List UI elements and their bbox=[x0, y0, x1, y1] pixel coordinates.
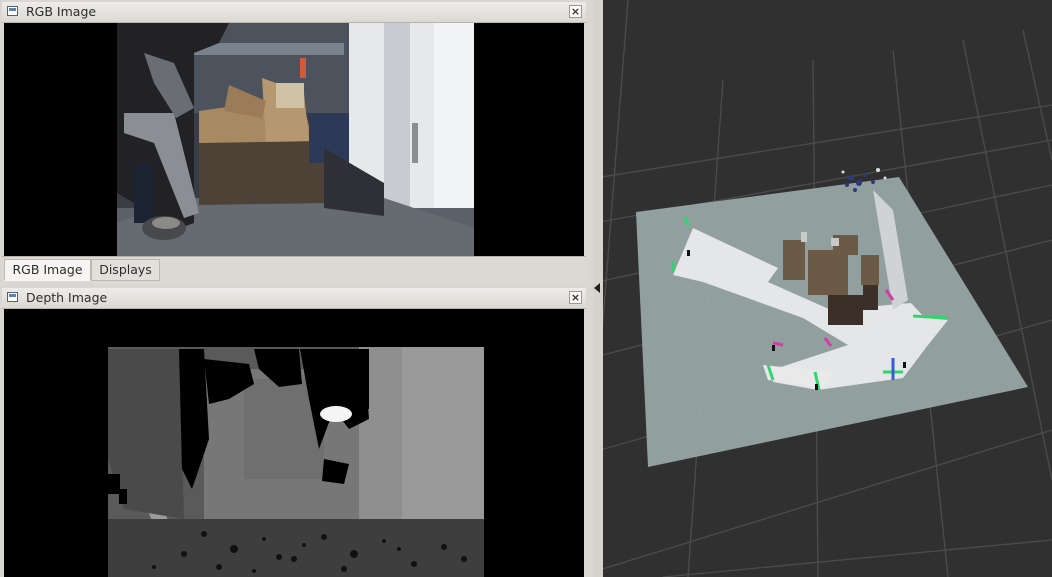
tab-rgb-image[interactable]: RGB Image bbox=[4, 259, 91, 281]
depth-panel-header[interactable]: Depth Image × bbox=[2, 288, 586, 309]
window-icon bbox=[7, 6, 18, 16]
dock-splitter[interactable] bbox=[593, 0, 603, 577]
depth-panel-title: Depth Image bbox=[26, 290, 108, 305]
tab-displays[interactable]: Displays bbox=[91, 259, 160, 281]
window-icon bbox=[7, 292, 18, 302]
rgb-panel-title: RGB Image bbox=[26, 4, 97, 19]
left-dock: RGB Image × RGB Image Displays Depth Ima… bbox=[0, 0, 593, 577]
collapse-arrow-icon[interactable] bbox=[594, 283, 600, 293]
rgb-camera-image bbox=[4, 23, 584, 256]
rgb-panel-close-button[interactable]: × bbox=[569, 5, 582, 18]
depth-image-view bbox=[4, 309, 584, 577]
depth-camera-image bbox=[4, 309, 584, 577]
rgb-panel-header[interactable]: RGB Image × bbox=[2, 2, 586, 23]
rviz-3d-view[interactable] bbox=[603, 0, 1052, 577]
depth-panel-close-button[interactable]: × bbox=[569, 291, 582, 304]
point-cloud-render[interactable] bbox=[603, 0, 1052, 577]
dock-tab-bar: RGB Image Displays bbox=[2, 256, 586, 283]
rgb-image-view bbox=[4, 23, 584, 256]
